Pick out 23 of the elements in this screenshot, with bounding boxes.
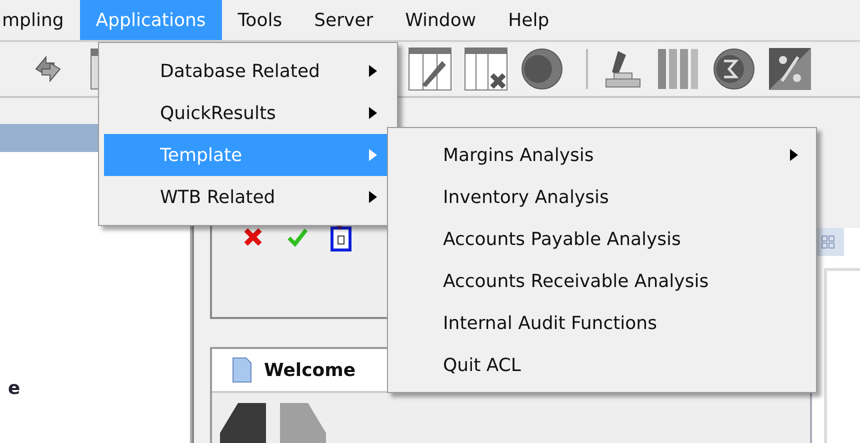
menu-item[interactable]: Help [492,0,566,40]
menu-item[interactable]: Inventory Analysis [388,176,806,218]
menu-item[interactable]: Tools [222,0,298,40]
menu-item[interactable]: Accounts Receivable Analysis [388,260,806,302]
tree-label: e [8,378,20,399]
back-arrow-icon[interactable] [220,403,266,443]
table-edit-icon[interactable] [408,47,452,91]
menu-item[interactable]: QuickResults [104,92,387,134]
menu-item[interactable]: Accounts Payable Analysis [388,218,806,260]
grid-icon [821,235,835,249]
columns-icon[interactable] [656,47,700,91]
sigma-circle-icon[interactable] [712,47,756,91]
menu-item[interactable]: WTB Related [104,176,387,218]
menu-item[interactable]: Database Related [104,50,387,92]
table-delete-icon[interactable] [464,47,508,91]
percent-icon[interactable] [768,47,812,91]
document-icon [232,357,252,383]
menu-item[interactable]: Server [298,0,390,40]
menu-item[interactable]: Window [389,0,492,40]
menu-item[interactable]: Internal Audit Functions [388,302,806,344]
cross-icon[interactable] [242,226,264,248]
menu-item[interactable]: mpling [0,0,80,40]
check-icon[interactable] [286,226,308,248]
